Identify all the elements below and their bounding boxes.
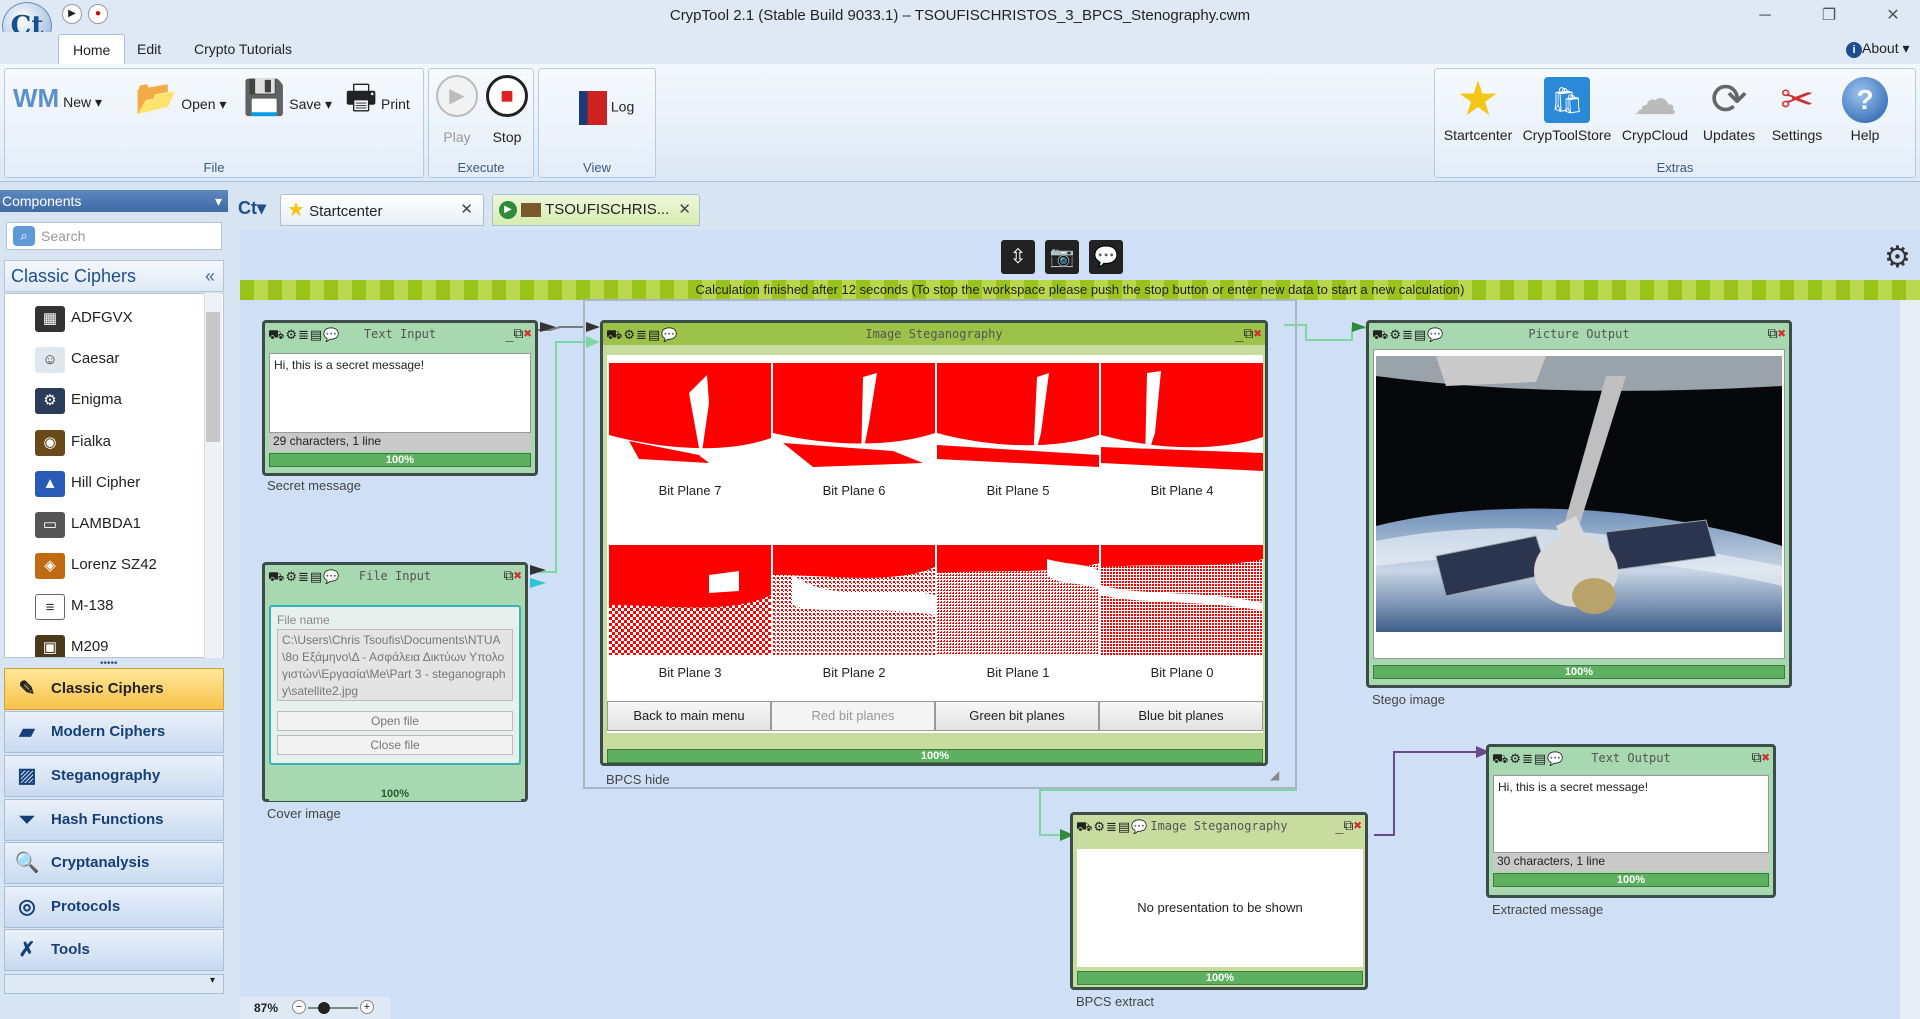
wire-file-to-steg: [538, 341, 590, 573]
plugin-toolbar-icons[interactable]: ⛟⚙≣▤💬: [1372, 325, 1444, 347]
window-controls-icon[interactable]: ⧉✖: [1752, 747, 1770, 769]
back-to-main-menu-button[interactable]: Back to main menu: [607, 701, 771, 731]
cryptool-window: CrypTool 2.1 (Stable Build 9033.1) – TSO…: [0, 0, 1920, 1019]
bitplane-0-graphic: [1101, 545, 1263, 655]
plugin-header: ⛟⚙≣▤💬 Text Output ⧉✖: [1489, 747, 1773, 769]
bitplane-7-graphic: [609, 363, 771, 473]
window-controls-icon[interactable]: _⧉✖: [1235, 323, 1262, 345]
bitplane-3-graphic: [609, 545, 771, 655]
progress-bar: 100%: [269, 787, 521, 801]
bitplane-2-graphic: [773, 545, 935, 655]
zoom-level: 87%: [254, 1001, 279, 1015]
plugin-title: Image Steganography: [1150, 819, 1288, 833]
plugin-header: ⛟⚙≣▤💬 Text Input _⧉✖: [265, 323, 535, 345]
connector-arrow: [530, 565, 546, 575]
plugin-header: ⛟⚙≣▤💬 File Input ⧉✖: [265, 565, 525, 587]
window-controls-icon[interactable]: _⧉✖: [1335, 815, 1362, 837]
text-status: 29 characters, 1 line: [269, 433, 531, 451]
red-bit-planes-button[interactable]: Red bit planes: [771, 701, 935, 731]
progress-bar: 100%: [1493, 873, 1769, 887]
steg-extract-plugin[interactable]: ⛟⚙≣▤💬 Image Steganography _⧉✖ No presentat…: [1070, 812, 1368, 990]
bit-plane-image: [609, 545, 771, 655]
bitplane-4-graphic: [1101, 363, 1263, 473]
zoom-slider-thumb[interactable]: [318, 1002, 330, 1014]
text-status: 30 characters, 1 line: [1493, 853, 1769, 871]
plugin-caption: Extracted message: [1492, 902, 1604, 917]
plugin-caption: Secret message: [267, 478, 361, 493]
no-presentation-message: No presentation to be shown: [1077, 849, 1363, 967]
plugin-caption: BPCS extract: [1076, 994, 1155, 1009]
plugin-toolbar-icons[interactable]: ⛟⚙≣▤💬: [606, 325, 678, 347]
plugin-title: Text Input: [363, 327, 437, 341]
close-file-button[interactable]: Close file: [277, 735, 513, 755]
resize-grip-icon[interactable]: ◢: [1270, 768, 1279, 782]
window-controls-icon[interactable]: ⧉✖: [1768, 323, 1786, 345]
bit-plane-image: [937, 545, 1099, 655]
plugin-title: Picture Output: [1528, 327, 1630, 341]
bit-plane-label: Bit Plane 1: [986, 665, 1050, 680]
text-input-area[interactable]: Hi, this is a secret message!: [269, 353, 531, 433]
text-output-area: Hi, this is a secret message!: [1493, 775, 1769, 853]
zoom-slider-track[interactable]: [308, 1007, 358, 1009]
connector-arrow: [530, 578, 546, 588]
bit-plane-image: [1101, 545, 1263, 655]
progress-bar: 100%: [269, 453, 531, 467]
bit-plane-label: Bit Plane 2: [822, 665, 886, 680]
plugin-caption: Cover image: [267, 806, 341, 821]
text-input-plugin[interactable]: ⛟⚙≣▤💬 Text Input _⧉✖ Hi, this is a secret …: [262, 320, 538, 476]
connector-arrow: [1352, 322, 1366, 332]
zoom-out-button[interactable]: −: [292, 1000, 306, 1014]
connector-arrow: [586, 322, 600, 332]
stego-image-frame: [1373, 349, 1785, 659]
plugin-toolbar-icons[interactable]: ⛟⚙≣▤💬: [268, 567, 340, 589]
bit-plane-label: Bit Plane 5: [986, 483, 1050, 498]
bit-planes-panel: Bit Plane 7 Bit Plane 6 Bit Plane 5 Bit …: [607, 355, 1263, 733]
progress-bar: 100%: [1373, 665, 1785, 679]
blue-bit-planes-button[interactable]: Blue bit planes: [1099, 701, 1263, 731]
bit-plane-image: [609, 363, 771, 473]
bit-plane-label: Bit Plane 7: [658, 483, 722, 498]
plugin-toolbar-icons[interactable]: ⛟⚙≣▤💬: [268, 325, 340, 347]
bit-plane-image: [1101, 363, 1263, 473]
file-input-panel: File name C:\Users\Chris Tsoufis\Documen…: [269, 605, 521, 765]
bit-plane-label: Bit Plane 3: [658, 665, 722, 680]
steg-hide-plugin[interactable]: ⛟⚙≣▤💬 Image Steganography _⧉✖ Bit Plane 7 …: [600, 320, 1268, 766]
green-bit-planes-button[interactable]: Green bit planes: [935, 701, 1099, 731]
bit-plane-image: [773, 545, 935, 655]
plugin-title: File Input: [358, 569, 432, 583]
file-input-plugin[interactable]: ⛟⚙≣▤💬 File Input ⧉✖ File name C:\Users\Chr…: [262, 562, 528, 802]
plugin-header: ⛟⚙≣▤💬 Picture Output ⧉✖: [1369, 323, 1789, 345]
plugin-toolbar-icons[interactable]: ⛟⚙≣▤💬: [1076, 817, 1148, 839]
bit-plane-label: Bit Plane 0: [1150, 665, 1214, 680]
plugin-caption: Stego image: [1372, 692, 1445, 707]
progress-bar: 100%: [607, 749, 1263, 763]
bitplane-5-graphic: [937, 363, 1099, 473]
plugin-title: Image Steganography: [865, 327, 1003, 341]
bitplane-6-graphic: [773, 363, 935, 473]
plugin-caption: BPCS hide: [606, 772, 670, 787]
wire-extract-to-textout: [1374, 751, 1486, 836]
file-name-label: File name: [277, 613, 330, 627]
stego-image: [1376, 356, 1782, 632]
zoom-in-button[interactable]: +: [360, 1000, 374, 1014]
text-output-plugin[interactable]: ⛟⚙≣▤💬 Text Output ⧉✖ Hi, this is a secret …: [1486, 744, 1776, 898]
picture-output-plugin[interactable]: ⛟⚙≣▤💬 Picture Output ⧉✖ 100%: [1366, 320, 1792, 688]
file-path-field[interactable]: C:\Users\Chris Tsoufis\Documents\NTUA\8ο…: [277, 629, 513, 701]
bit-plane-label: Bit Plane 6: [822, 483, 886, 498]
plugin-toolbar-icons[interactable]: ⛟⚙≣▤💬: [1492, 749, 1564, 771]
plugin-header: ⛟⚙≣▤💬 Image Steganography _⧉✖: [1073, 815, 1365, 837]
connector-arrow: [586, 336, 600, 348]
progress-bar: 100%: [1077, 971, 1363, 985]
window-controls-icon[interactable]: _⧉✖: [505, 323, 532, 345]
bitplane-1-graphic: [937, 545, 1099, 655]
open-file-button[interactable]: Open file: [277, 711, 513, 731]
plugin-header: ⛟⚙≣▤💬 Image Steganography _⧉✖: [603, 323, 1265, 345]
window-controls-icon[interactable]: ⧉✖: [504, 565, 522, 587]
zoom-control: 87% − +: [240, 997, 390, 1019]
bit-plane-image: [937, 363, 1099, 473]
bit-plane-label: Bit Plane 4: [1150, 483, 1214, 498]
bit-plane-image: [773, 363, 935, 473]
plugin-title: Text Output: [1591, 751, 1671, 765]
